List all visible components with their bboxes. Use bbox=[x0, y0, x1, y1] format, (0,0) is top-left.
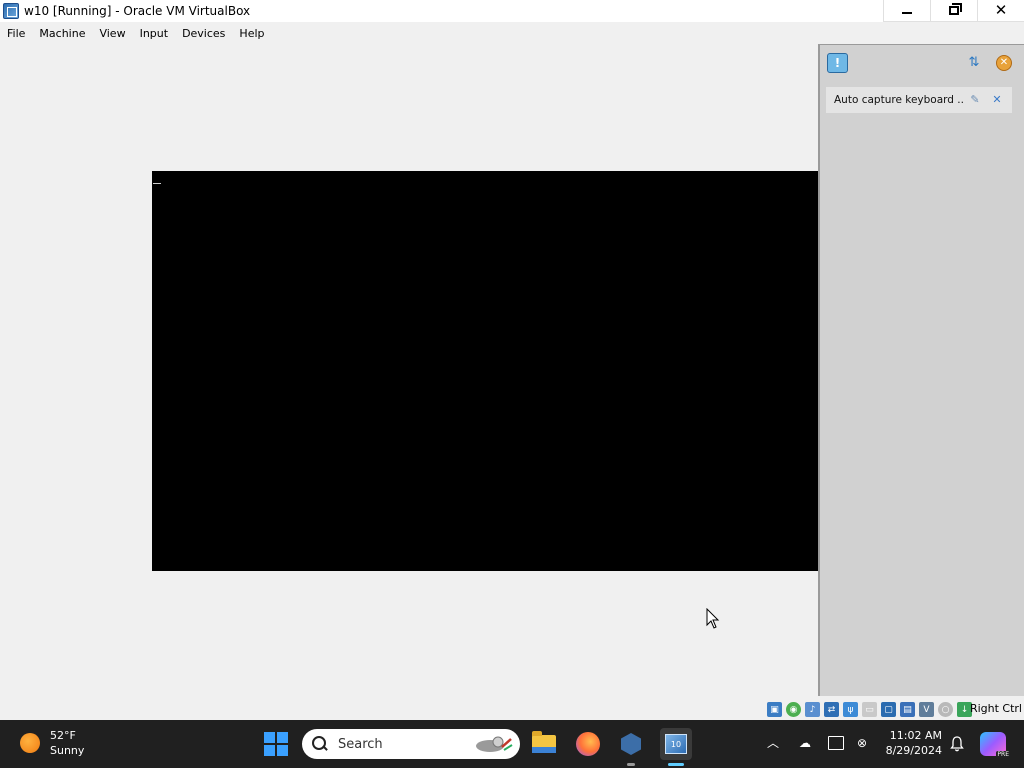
weather-text: 52°F Sunny bbox=[50, 728, 84, 758]
start-tile bbox=[264, 745, 275, 756]
menu-devices[interactable]: Devices bbox=[175, 27, 232, 40]
running-indicator bbox=[627, 763, 635, 766]
menu-machine[interactable]: Machine bbox=[32, 27, 92, 40]
virtualbox-manager-icon[interactable] bbox=[615, 728, 647, 760]
notification-center-panel: ! ⇅ ✕ Auto capture keyboard ... ✎ ✕ bbox=[818, 44, 1024, 696]
dismiss-icon[interactable]: ✕ bbox=[990, 93, 1004, 107]
bell-icon[interactable] bbox=[950, 736, 964, 752]
minimize-icon bbox=[902, 11, 912, 14]
file-explorer-icon[interactable] bbox=[528, 728, 560, 760]
search-highlight-icon bbox=[476, 736, 513, 752]
chevron-up-icon[interactable]: ︿ bbox=[766, 736, 780, 750]
active-indicator bbox=[668, 763, 684, 766]
network-icon[interactable]: ⇄ bbox=[824, 702, 839, 717]
window-title: w10 [Running] - Oracle VM VirtualBox bbox=[24, 4, 251, 18]
network-icon[interactable]: ⊗ bbox=[854, 735, 870, 751]
sort-icon[interactable]: ⇅ bbox=[966, 55, 982, 71]
firefox-icon[interactable] bbox=[572, 728, 604, 760]
start-tile bbox=[264, 732, 275, 743]
shared-folders-icon[interactable]: ▭ bbox=[862, 702, 877, 717]
start-icon[interactable] bbox=[264, 732, 288, 756]
search-placeholder: Search bbox=[338, 736, 383, 752]
display-icon[interactable]: ▢ bbox=[881, 702, 896, 717]
usb-icon[interactable]: ψ bbox=[843, 702, 858, 717]
info-icon[interactable]: ! bbox=[827, 53, 848, 73]
start-tile bbox=[277, 732, 288, 743]
menubar: File Machine View Input Devices Help bbox=[0, 23, 272, 43]
audio-icon[interactable]: ♪ bbox=[805, 702, 820, 717]
window-titlebar[interactable]: w10 [Running] - Oracle VM VirtualBox ✕ bbox=[0, 0, 1024, 22]
window-controls: ✕ bbox=[883, 0, 1024, 22]
notification-item[interactable]: Auto capture keyboard ... ✎ ✕ bbox=[826, 87, 1012, 113]
close-all-icon[interactable]: ✕ bbox=[996, 55, 1012, 71]
weather-widget[interactable]: 52°F Sunny bbox=[20, 728, 84, 758]
hard-disk-icon[interactable]: ▣ bbox=[767, 702, 782, 717]
status-icons: ▣ ◉ ♪ ⇄ ψ ▭ ▢ ▤ V ○ ↓ bbox=[763, 701, 972, 718]
menu-input[interactable]: Input bbox=[133, 27, 175, 40]
virtualbox-vm-icon[interactable]: 10 bbox=[660, 728, 692, 760]
weather-temperature: 52°F bbox=[50, 729, 76, 742]
text-cursor bbox=[153, 183, 161, 184]
menu-help[interactable]: Help bbox=[232, 27, 271, 40]
video-capture-icon[interactable]: ▤ bbox=[900, 702, 915, 717]
virtualbox-cube bbox=[621, 733, 641, 755]
notification-text: Auto capture keyboard ... bbox=[834, 94, 964, 106]
vm-window-thumbnail: 10 bbox=[665, 734, 687, 754]
sun-icon bbox=[20, 733, 40, 753]
mouse-integration-icon[interactable]: ○ bbox=[938, 702, 953, 717]
weather-condition: Sunny bbox=[50, 744, 85, 757]
close-button[interactable]: ✕ bbox=[977, 0, 1024, 22]
menu-view[interactable]: View bbox=[92, 27, 132, 40]
onedrive-icon[interactable]: ☁ bbox=[796, 736, 814, 750]
close-icon: ✕ bbox=[994, 1, 1008, 19]
vm-statusbar: ▣ ◉ ♪ ⇄ ψ ▭ ▢ ▤ V ○ ↓ Right Ctrl bbox=[0, 699, 1024, 720]
restore-icon bbox=[949, 3, 962, 15]
search-icon bbox=[312, 736, 328, 752]
do-not-show-icon[interactable]: ✎ bbox=[968, 93, 982, 107]
copilot-icon[interactable]: PRE bbox=[980, 732, 1010, 758]
start-tile bbox=[277, 745, 288, 756]
optical-drive-icon[interactable]: ◉ bbox=[786, 702, 801, 717]
taskbar-search-box[interactable]: Search bbox=[302, 729, 520, 759]
minimize-button[interactable] bbox=[883, 0, 930, 22]
restore-button[interactable] bbox=[930, 0, 977, 22]
host-key-label: Right Ctrl bbox=[969, 702, 1022, 715]
display-icon[interactable] bbox=[828, 736, 844, 750]
folder-shape bbox=[532, 731, 556, 753]
clock-time: 11:02 AM bbox=[889, 729, 942, 742]
virtualization-icon[interactable]: V bbox=[919, 702, 934, 717]
taskbar: 52°F Sunny Search 10 ︿ ☁ ⊗ 11:02 AM 8/29… bbox=[0, 720, 1024, 768]
menu-file[interactable]: File bbox=[0, 27, 32, 40]
virtualbox-vm-icon bbox=[3, 3, 19, 19]
mouse-pointer-icon bbox=[706, 608, 720, 629]
clock[interactable]: 11:02 AM 8/29/2024 bbox=[884, 728, 942, 758]
clock-date: 8/29/2024 bbox=[885, 744, 942, 757]
notification-panel-header: ! ⇅ ✕ bbox=[820, 45, 1024, 81]
firefox-globe bbox=[576, 732, 600, 756]
vm-display[interactable] bbox=[152, 171, 818, 571]
copilot-preview-badge: PRE bbox=[996, 751, 1010, 758]
